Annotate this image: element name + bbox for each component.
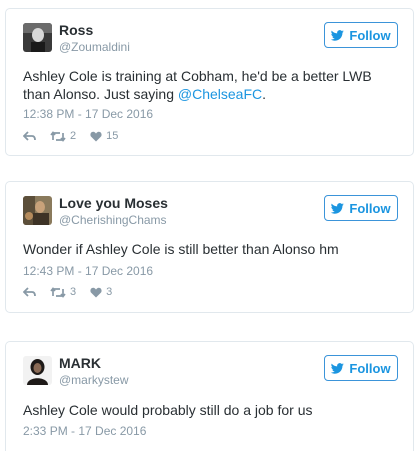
user-handle[interactable]: @Zoumaldini [59, 40, 130, 54]
tweet-actions: 3 3 [23, 286, 126, 298]
follow-button[interactable]: Follow [324, 355, 398, 381]
tweet-date[interactable]: 2:33 PM - 17 Dec 2016 [23, 424, 146, 438]
bird-icon [331, 202, 345, 214]
follow-label: Follow [349, 360, 391, 376]
tweet-text: Ashley Cole would probably still do a jo… [23, 402, 313, 418]
follow-label: Follow [349, 200, 391, 216]
retweet-icon [50, 130, 66, 142]
heart-icon [90, 131, 102, 141]
bird-icon [331, 29, 345, 41]
display-name[interactable]: Love you Moses [59, 195, 168, 211]
display-name[interactable]: MARK [59, 355, 101, 371]
user-handle[interactable]: @CherishingChams [59, 213, 167, 227]
retweet-count: 2 [70, 130, 77, 142]
tweet-date[interactable]: 12:38 PM - 17 Dec 2016 [23, 107, 153, 121]
reply-icon [23, 130, 36, 141]
avatar[interactable] [23, 23, 52, 52]
heart-icon [90, 287, 102, 297]
tweet-date[interactable]: 12:43 PM - 17 Dec 2016 [23, 264, 153, 278]
retweet-button[interactable]: 2 [50, 130, 76, 142]
bird-icon [331, 362, 345, 374]
reply-button[interactable] [23, 286, 36, 298]
retweet-icon [50, 286, 66, 298]
like-button[interactable]: 3 [90, 286, 112, 298]
mention-link[interactable]: @ChelseaFC [178, 86, 262, 102]
tweet-text: Wonder if Ashley Cole is still better th… [23, 241, 339, 257]
follow-button[interactable]: Follow [324, 22, 398, 48]
retweet-button[interactable]: 3 [50, 286, 76, 298]
follow-label: Follow [349, 27, 391, 43]
tweet-card: Ross @Zoumaldini Follow Ashley Cole is t… [5, 8, 414, 156]
avatar[interactable] [23, 356, 52, 385]
like-button[interactable]: 15 [90, 130, 118, 142]
tweet-text: Ashley Cole is training at Cobham, he'd … [23, 68, 372, 102]
user-handle[interactable]: @markystew [59, 373, 129, 387]
like-count: 3 [106, 286, 113, 298]
tweet-card: Love you Moses @CherishingChams Follow W… [5, 181, 414, 313]
display-name[interactable]: Ross [59, 22, 93, 38]
tweet-actions: 2 15 [23, 130, 132, 142]
tweet-card: MARK @markystew Follow Ashley Cole would… [5, 341, 414, 451]
reply-icon [23, 286, 36, 297]
retweet-count: 3 [70, 286, 77, 298]
follow-button[interactable]: Follow [324, 195, 398, 221]
reply-button[interactable] [23, 130, 36, 142]
avatar[interactable] [23, 196, 52, 225]
like-count: 15 [106, 130, 119, 142]
